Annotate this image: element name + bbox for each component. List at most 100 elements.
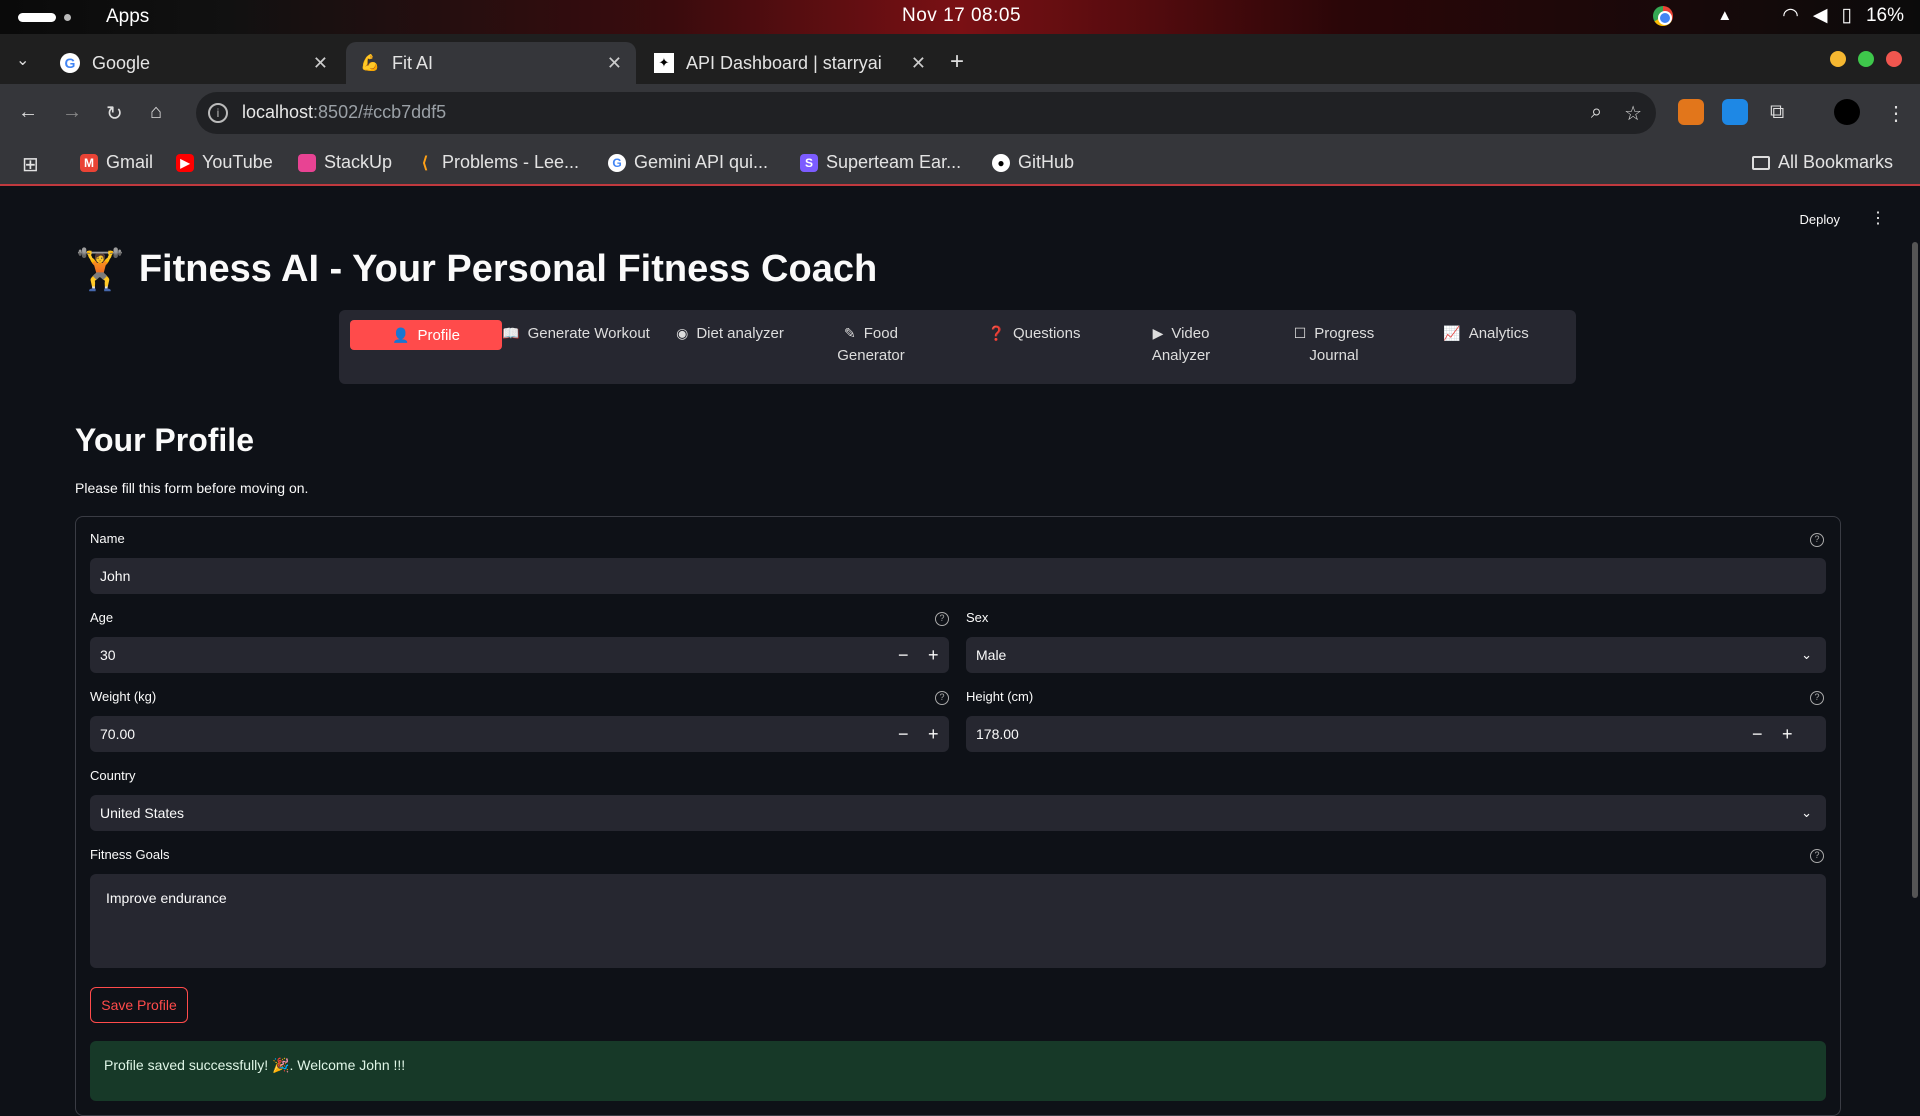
age-value: 30 [100,647,116,663]
height-input[interactable]: 178.00 − + [966,716,1826,752]
clock[interactable]: Nov 17 08:05 [902,5,1021,27]
bookmark-stackup[interactable]: StackUp [298,152,392,173]
extensions-puzzle-icon[interactable]: ⧉ [1770,101,1784,124]
home-icon[interactable]: ⌂ [150,101,162,124]
battery-icon[interactable]: ▯ [1842,4,1852,27]
name-input[interactable]: John [90,558,1826,594]
page-title: 🏋️ Fitness AI - Your Personal Fitness Co… [75,246,877,293]
tab-profile[interactable]: 👤 Profile [350,320,502,350]
fitness-goals-textarea[interactable]: Improve endurance [90,874,1826,968]
folder-icon [1752,155,1770,170]
bookmark-youtube[interactable]: ▶ YouTube [176,152,273,173]
workspace-indicator-icon[interactable] [18,13,56,22]
age-input[interactable]: 30 − + [90,637,949,673]
workspace-dot-icon[interactable] [64,14,71,21]
chevron-down-icon: ⌄ [1801,805,1812,820]
tab-search-chevron-icon[interactable]: ⌄ [16,50,29,70]
help-icon[interactable]: ? [1810,849,1824,863]
help-icon[interactable]: ? [935,691,949,705]
navigation-bar: ← → ↻ ⌂ i localhost:8502/#ccb7ddf5 ⌕ ☆ ⧉… [0,84,1920,142]
deploy-button[interactable]: Deploy [1800,212,1840,227]
minus-icon[interactable]: − [898,637,909,673]
bookmark-github[interactable]: ● GitHub [992,152,1074,173]
reload-icon[interactable]: ↻ [106,101,123,126]
tab-progress-journal[interactable]: ☐ Progress Journal [1279,322,1389,367]
tab-google[interactable]: G Google ✕ [46,42,342,84]
bookmark-gemini[interactable]: G Gemini API qui... [608,152,768,173]
tab-label: Progress Journal [1309,325,1375,364]
close-window-button[interactable] [1886,51,1902,67]
tab-food-generator[interactable]: ✎ Food Generator [816,322,926,367]
zoom-icon[interactable]: ⌕ [1591,101,1602,126]
close-icon[interactable]: ✕ [607,53,622,74]
site-info-icon[interactable]: i [208,103,228,123]
height-value: 178.00 [976,726,1019,742]
metamask-extension-icon[interactable] [1678,99,1704,125]
chrome-tray-icon[interactable] [1653,5,1674,26]
sex-label: Sex [966,610,989,625]
tab-label: Questions [1012,325,1081,342]
age-label: Age [90,610,114,625]
back-arrow-icon[interactable]: ← [18,101,38,124]
plus-icon[interactable]: + [928,637,939,673]
plus-icon[interactable]: + [928,716,939,752]
country-select[interactable]: United States ⌄ [90,795,1826,831]
tab-video-analyzer[interactable]: ▶ Video Analyzer [1126,322,1236,367]
forward-arrow-icon[interactable]: → [62,101,82,124]
tab-label: Diet analyzer [696,325,784,342]
streamlit-app: Deploy ⋮ 🏋️ Fitness AI - Your Personal F… [0,188,1920,1116]
minus-icon[interactable]: − [898,716,909,752]
bookmark-label: Superteam Ear... [826,152,962,172]
all-bookmarks-button[interactable]: All Bookmarks [1752,152,1893,173]
maximize-button[interactable] [1858,51,1874,67]
tab-fit-ai[interactable]: 💪 Fit AI ✕ [346,42,636,84]
bookmark-label: Gemini API qui... [634,152,769,172]
wifi-icon[interactable]: ◠ [1782,4,1799,27]
leetcode-icon: ⟨ [421,154,429,172]
bookmark-label: GitHub [1018,152,1075,172]
name-label: Name [90,531,125,546]
tab-label: Google [92,52,151,73]
help-icon[interactable]: ? [935,612,949,626]
bookmark-star-icon[interactable]: ☆ [1624,101,1642,126]
new-tab-plus-icon[interactable]: + [950,48,964,76]
close-icon[interactable]: ✕ [313,53,328,74]
fitness-goals-label: Fitness Goals [90,847,170,862]
toggle-off-extension-icon[interactable] [1722,99,1748,125]
system-tray: ▲ ◠ ◀ ▯ 16% [1653,4,1904,27]
minus-icon[interactable]: − [1752,716,1763,752]
book-icon: 📖 [502,325,520,341]
tab-api-dashboard[interactable]: ✦ API Dashboard | starryai ✕ [640,42,940,84]
volume-icon[interactable]: ◀ [1813,4,1828,27]
app-menu-icon[interactable]: ⋮ [1870,208,1886,228]
bookmark-superteam[interactable]: S Superteam Ear... [800,152,961,173]
sex-select[interactable]: Male ⌄ [966,637,1826,673]
url-text[interactable]: localhost:8502/#ccb7ddf5 [242,102,446,123]
flexed-bicep-icon: 💪 [360,55,380,72]
apps-button[interactable]: Apps [106,6,149,28]
profile-avatar[interactable] [1834,99,1860,125]
tab-label: Profile [417,327,460,344]
tab-label: Analytics [1468,325,1529,342]
tab-diet-analyzer[interactable]: ◉ Diet analyzer [654,322,806,345]
tab-strip: ⌄ G Google ✕ 💪 Fit AI ✕ ✦ API Dashboard … [0,34,1920,84]
bookmark-gmail[interactable]: M Gmail [80,152,153,173]
apps-grid-icon[interactable]: ⊞ [22,152,39,177]
plus-icon[interactable]: + [1782,716,1793,752]
close-icon[interactable]: ✕ [911,53,926,74]
tab-analytics[interactable]: 📈 Analytics [1410,322,1562,345]
scrollbar[interactable] [1912,242,1918,898]
help-icon[interactable]: ? [1810,691,1824,705]
minimize-button[interactable] [1830,51,1846,67]
tab-generate-workout[interactable]: 📖 Generate Workout [502,322,650,345]
notification-icon[interactable]: ▲ [1717,7,1732,24]
help-icon[interactable]: ? [1810,533,1824,547]
address-bar[interactable]: i localhost:8502/#ccb7ddf5 ⌕ ☆ [196,92,1656,134]
tab-questions[interactable]: ❓ Questions [958,322,1110,345]
github-icon: ● [992,153,1010,172]
bookmark-leetcode[interactable]: ⟨ Problems - Lee... [416,152,579,173]
save-profile-button[interactable]: Save Profile [90,987,188,1023]
weight-input[interactable]: 70.00 − + [90,716,949,752]
chrome-menu-icon[interactable]: ⋮ [1886,101,1906,126]
country-label: Country [90,768,136,783]
